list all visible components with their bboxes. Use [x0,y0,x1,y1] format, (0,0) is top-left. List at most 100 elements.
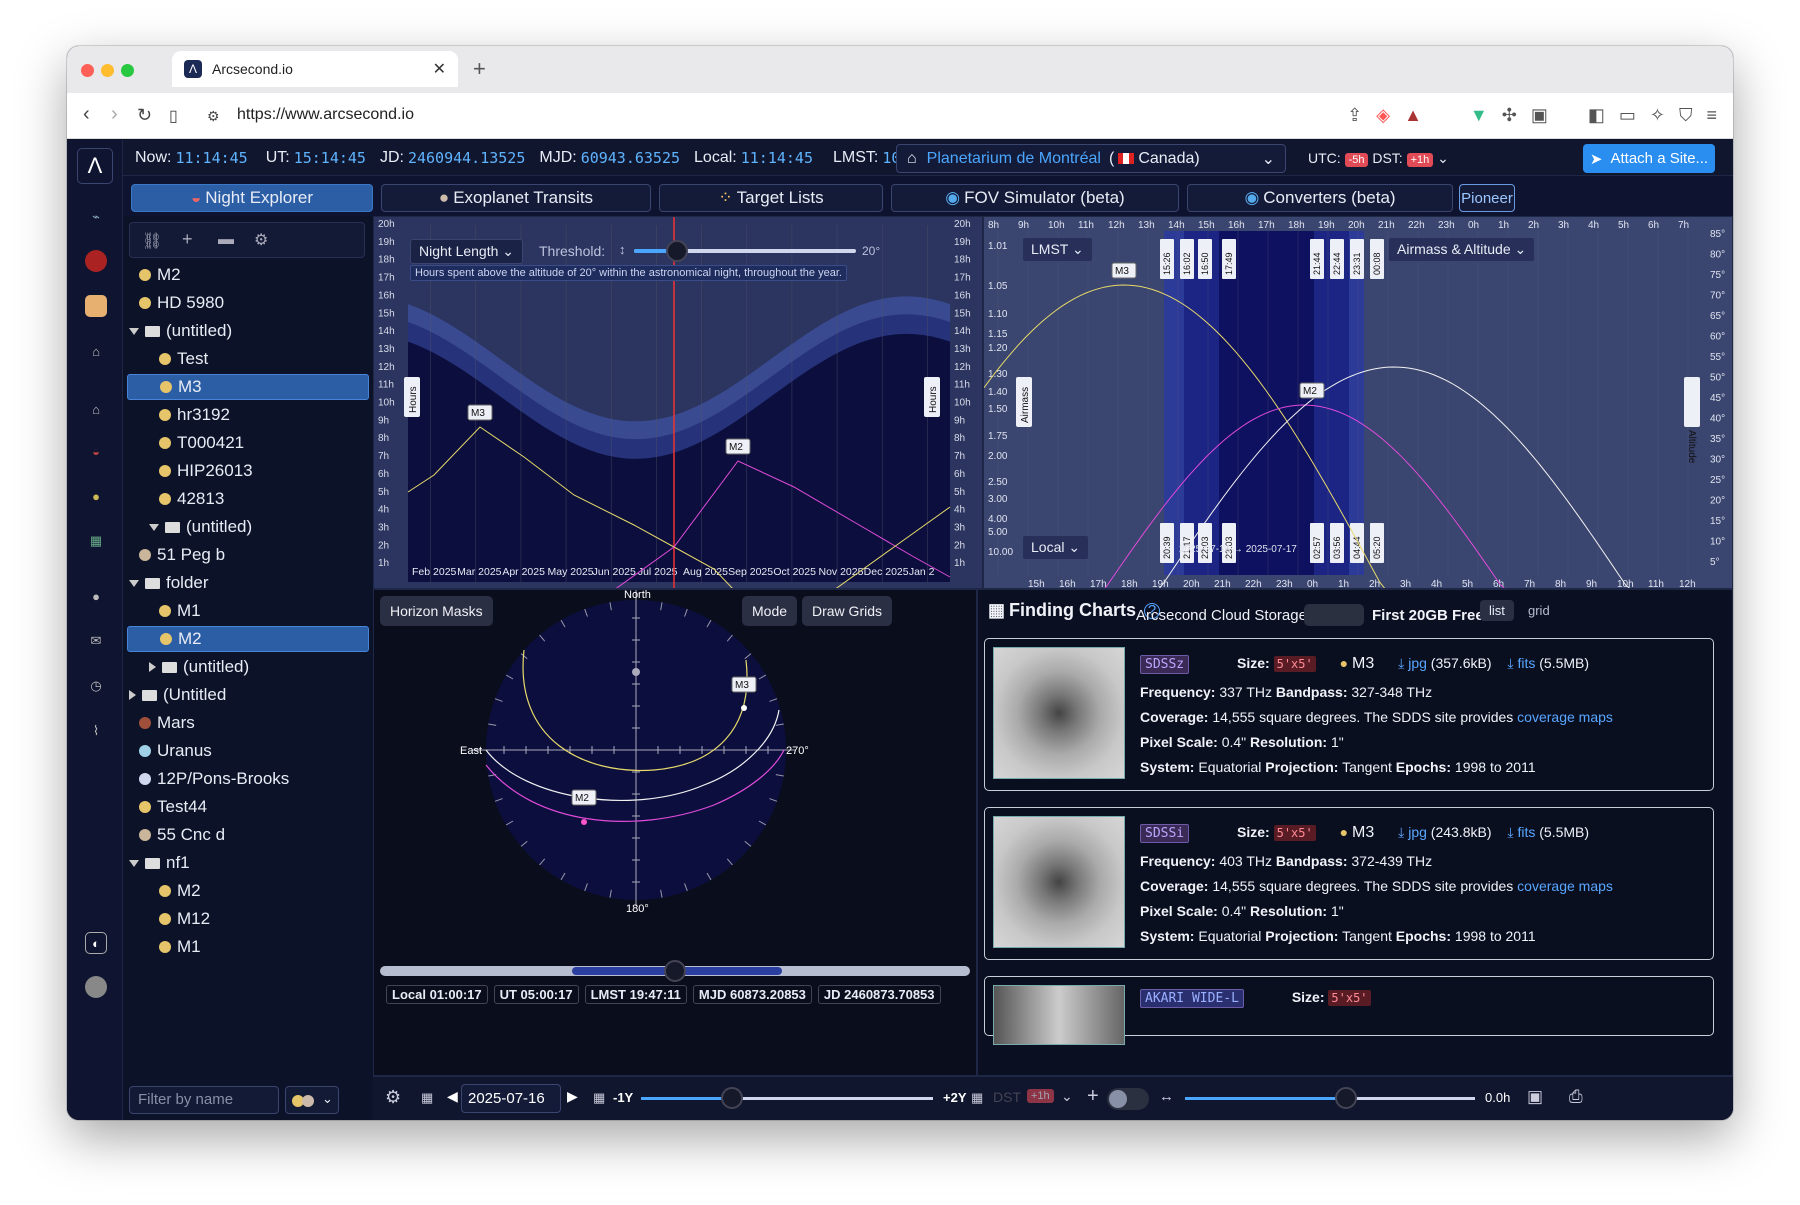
caret-down-icon[interactable] [129,327,139,335]
finding-chart-thumbnail[interactable] [993,816,1125,948]
sidebar-item[interactable]: Test [127,346,369,372]
finding-chart-card[interactable]: SDSSi Size: 5'x5' ● M3 ⤓ jpg (243.8kB) ⤓… [984,807,1714,960]
observatory-rail-icon[interactable]: ⌂ [85,340,107,362]
finding-chart-thumbnail[interactable] [993,985,1125,1045]
time-scrubber[interactable] [380,960,970,982]
app-logo-icon[interactable]: Λ [77,148,113,184]
sidebar-item[interactable]: 55 Cnc d [127,822,369,848]
sidebar-item[interactable]: (untitled) [127,654,369,680]
caret-down-icon[interactable] [149,523,159,531]
reader-icon[interactable]: ▣ [1531,105,1548,126]
grid-view-button[interactable]: grid [1528,603,1550,618]
date-range-thumb[interactable] [721,1087,743,1109]
image-icon[interactable]: ▣ [1527,1087,1543,1107]
sidebar-item[interactable]: (untitled) [127,318,369,344]
forward-icon[interactable]: › [111,103,118,126]
theme-toggle-icon[interactable]: ◐ [85,932,107,954]
sidebar-item[interactable]: Mars [127,710,369,736]
sidebar-item[interactable]: M12 [127,906,369,932]
avatar[interactable] [85,976,107,998]
sidebar-item[interactable]: M2 [127,262,369,288]
sidebar-item[interactable]: T000421 [127,430,369,456]
sidebar-item[interactable]: 51 Peg b [127,542,369,568]
browser-tab[interactable]: Λ Arcsecond.io ✕ [172,51,458,87]
time-offset-thumb[interactable] [1335,1087,1357,1109]
gear-icon[interactable]: ⚙ [254,230,268,250]
url-field[interactable]: https://www.arcsecond.io [237,106,414,124]
sidebar-item[interactable]: Test44 [127,794,369,820]
sidebar-item[interactable]: M3 [127,374,369,400]
star-rail-icon[interactable]: ● [85,485,107,507]
close-window-button[interactable] [81,64,94,77]
jpg-link[interactable]: jpg [1408,824,1427,840]
fits-link[interactable]: fits [1517,655,1535,671]
date-input[interactable]: 2025-07-16 [461,1084,561,1113]
tab-exoplanet-transits[interactable]: ● Exoplanet Transits [381,184,651,212]
clock-rail-icon[interactable]: ◷ [85,675,107,697]
zoom-window-button[interactable] [121,64,134,77]
mail-rail-icon[interactable]: ✉ [85,630,107,652]
add-icon[interactable]: + [1087,1085,1099,1108]
caret-down-icon[interactable] [129,859,139,867]
share-icon[interactable]: ⇪ [1347,105,1362,126]
telescope-rail-icon[interactable]: ⌂ [85,398,107,420]
attach-site-button[interactable]: ➤ Attach a Site... [1583,144,1715,173]
target-rail-icon[interactable] [85,250,107,272]
extensions-icon[interactable]: ✣ [1502,105,1517,126]
brave-shield-icon[interactable]: ◈ [1376,105,1390,126]
pioneer-badge[interactable]: Pioneer [1459,184,1515,212]
chart-rail-icon[interactable]: ⌇ [85,720,107,742]
draw-grids-button[interactable]: Draw Grids [802,596,893,626]
menu-icon[interactable]: ≡ [1706,105,1717,126]
leo-icon[interactable]: ✧ [1650,105,1665,126]
finding-chart-thumbnail[interactable] [993,647,1125,779]
folder-icon[interactable]: ▬ [218,231,234,249]
rewards-icon[interactable]: ▲ [1404,105,1422,126]
sidebar-icon[interactable]: ◧ [1588,105,1605,126]
altitude-mode-select[interactable]: Airmass & Altitude ⌄ [1388,237,1536,262]
local-select[interactable]: Local ⌄ [1022,535,1090,560]
horizon-masks-button[interactable]: Horizon Masks [380,596,493,626]
time-offset-slider[interactable] [1185,1087,1475,1109]
sidebar-item[interactable]: HD 5980 [127,290,369,316]
caret-right-icon[interactable] [129,690,136,700]
gear-icon[interactable]: ⚙ [385,1087,401,1108]
add-icon[interactable]: + [182,229,193,250]
altitude-chart[interactable]: 8h 9h 10h 11h 12h 13h 14h 15h 16h 17h 18h 19h 20h 21h… [984,217,1733,589]
lmst-select[interactable]: LMST ⌄ [1022,237,1093,262]
minimize-window-button[interactable] [101,64,114,77]
tab-converters[interactable]: ◉ Converters (beta) [1187,184,1453,212]
jpg-link[interactable]: jpg [1408,655,1427,671]
caret-right-icon[interactable] [149,662,156,672]
reload-icon[interactable]: ↻ [137,105,152,126]
link-icon[interactable]: ⛓ [142,231,162,251]
list-view-button[interactable]: list [1480,600,1514,621]
tab-target-lists[interactable]: ⁘ Target Lists [659,184,883,212]
filter-input[interactable]: Filter by name [129,1086,279,1114]
calculator-rail-icon[interactable]: ▦ [85,530,107,552]
prev-day-icon[interactable]: ◀ [447,1088,458,1105]
sidebar-item[interactable]: hr3192 [127,402,369,428]
extension-vue-icon[interactable]: ▼ [1470,105,1488,126]
night-mode-select[interactable]: Night Length ⌄ [410,239,524,264]
close-tab-icon[interactable]: ✕ [433,59,446,79]
sidebar-item[interactable]: (untitled) [127,514,369,540]
caret-down-icon[interactable] [129,579,139,587]
sidebar-item[interactable]: M1 [127,934,369,960]
sidebar-item[interactable]: (Untitled [127,682,369,708]
planet-rail-icon[interactable] [85,295,107,317]
sidebar-item[interactable]: nf1 [127,850,369,876]
sidebar-item[interactable]: M2 [127,878,369,904]
filter-type-select[interactable]: ⌄ [285,1086,339,1114]
wallet-icon[interactable]: ▭ [1619,105,1636,126]
scrubber-thumb[interactable] [664,960,686,982]
vpn-icon[interactable]: ⛉ [1679,105,1693,126]
tab-fov-simulator[interactable]: ◉ FOV Simulator (beta) [891,184,1179,212]
new-tab-icon[interactable]: + [473,56,486,82]
chevron-down-icon[interactable]: ⌄ [1437,150,1449,166]
coverage-maps-link[interactable]: coverage maps [1517,878,1613,894]
night-explorer-rail-icon[interactable]: ⌁ [85,206,107,228]
cloud-storage-toggle[interactable] [1304,604,1364,626]
sidebar-item[interactable]: M2 [127,626,369,652]
coverage-maps-link[interactable]: coverage maps [1517,709,1613,725]
